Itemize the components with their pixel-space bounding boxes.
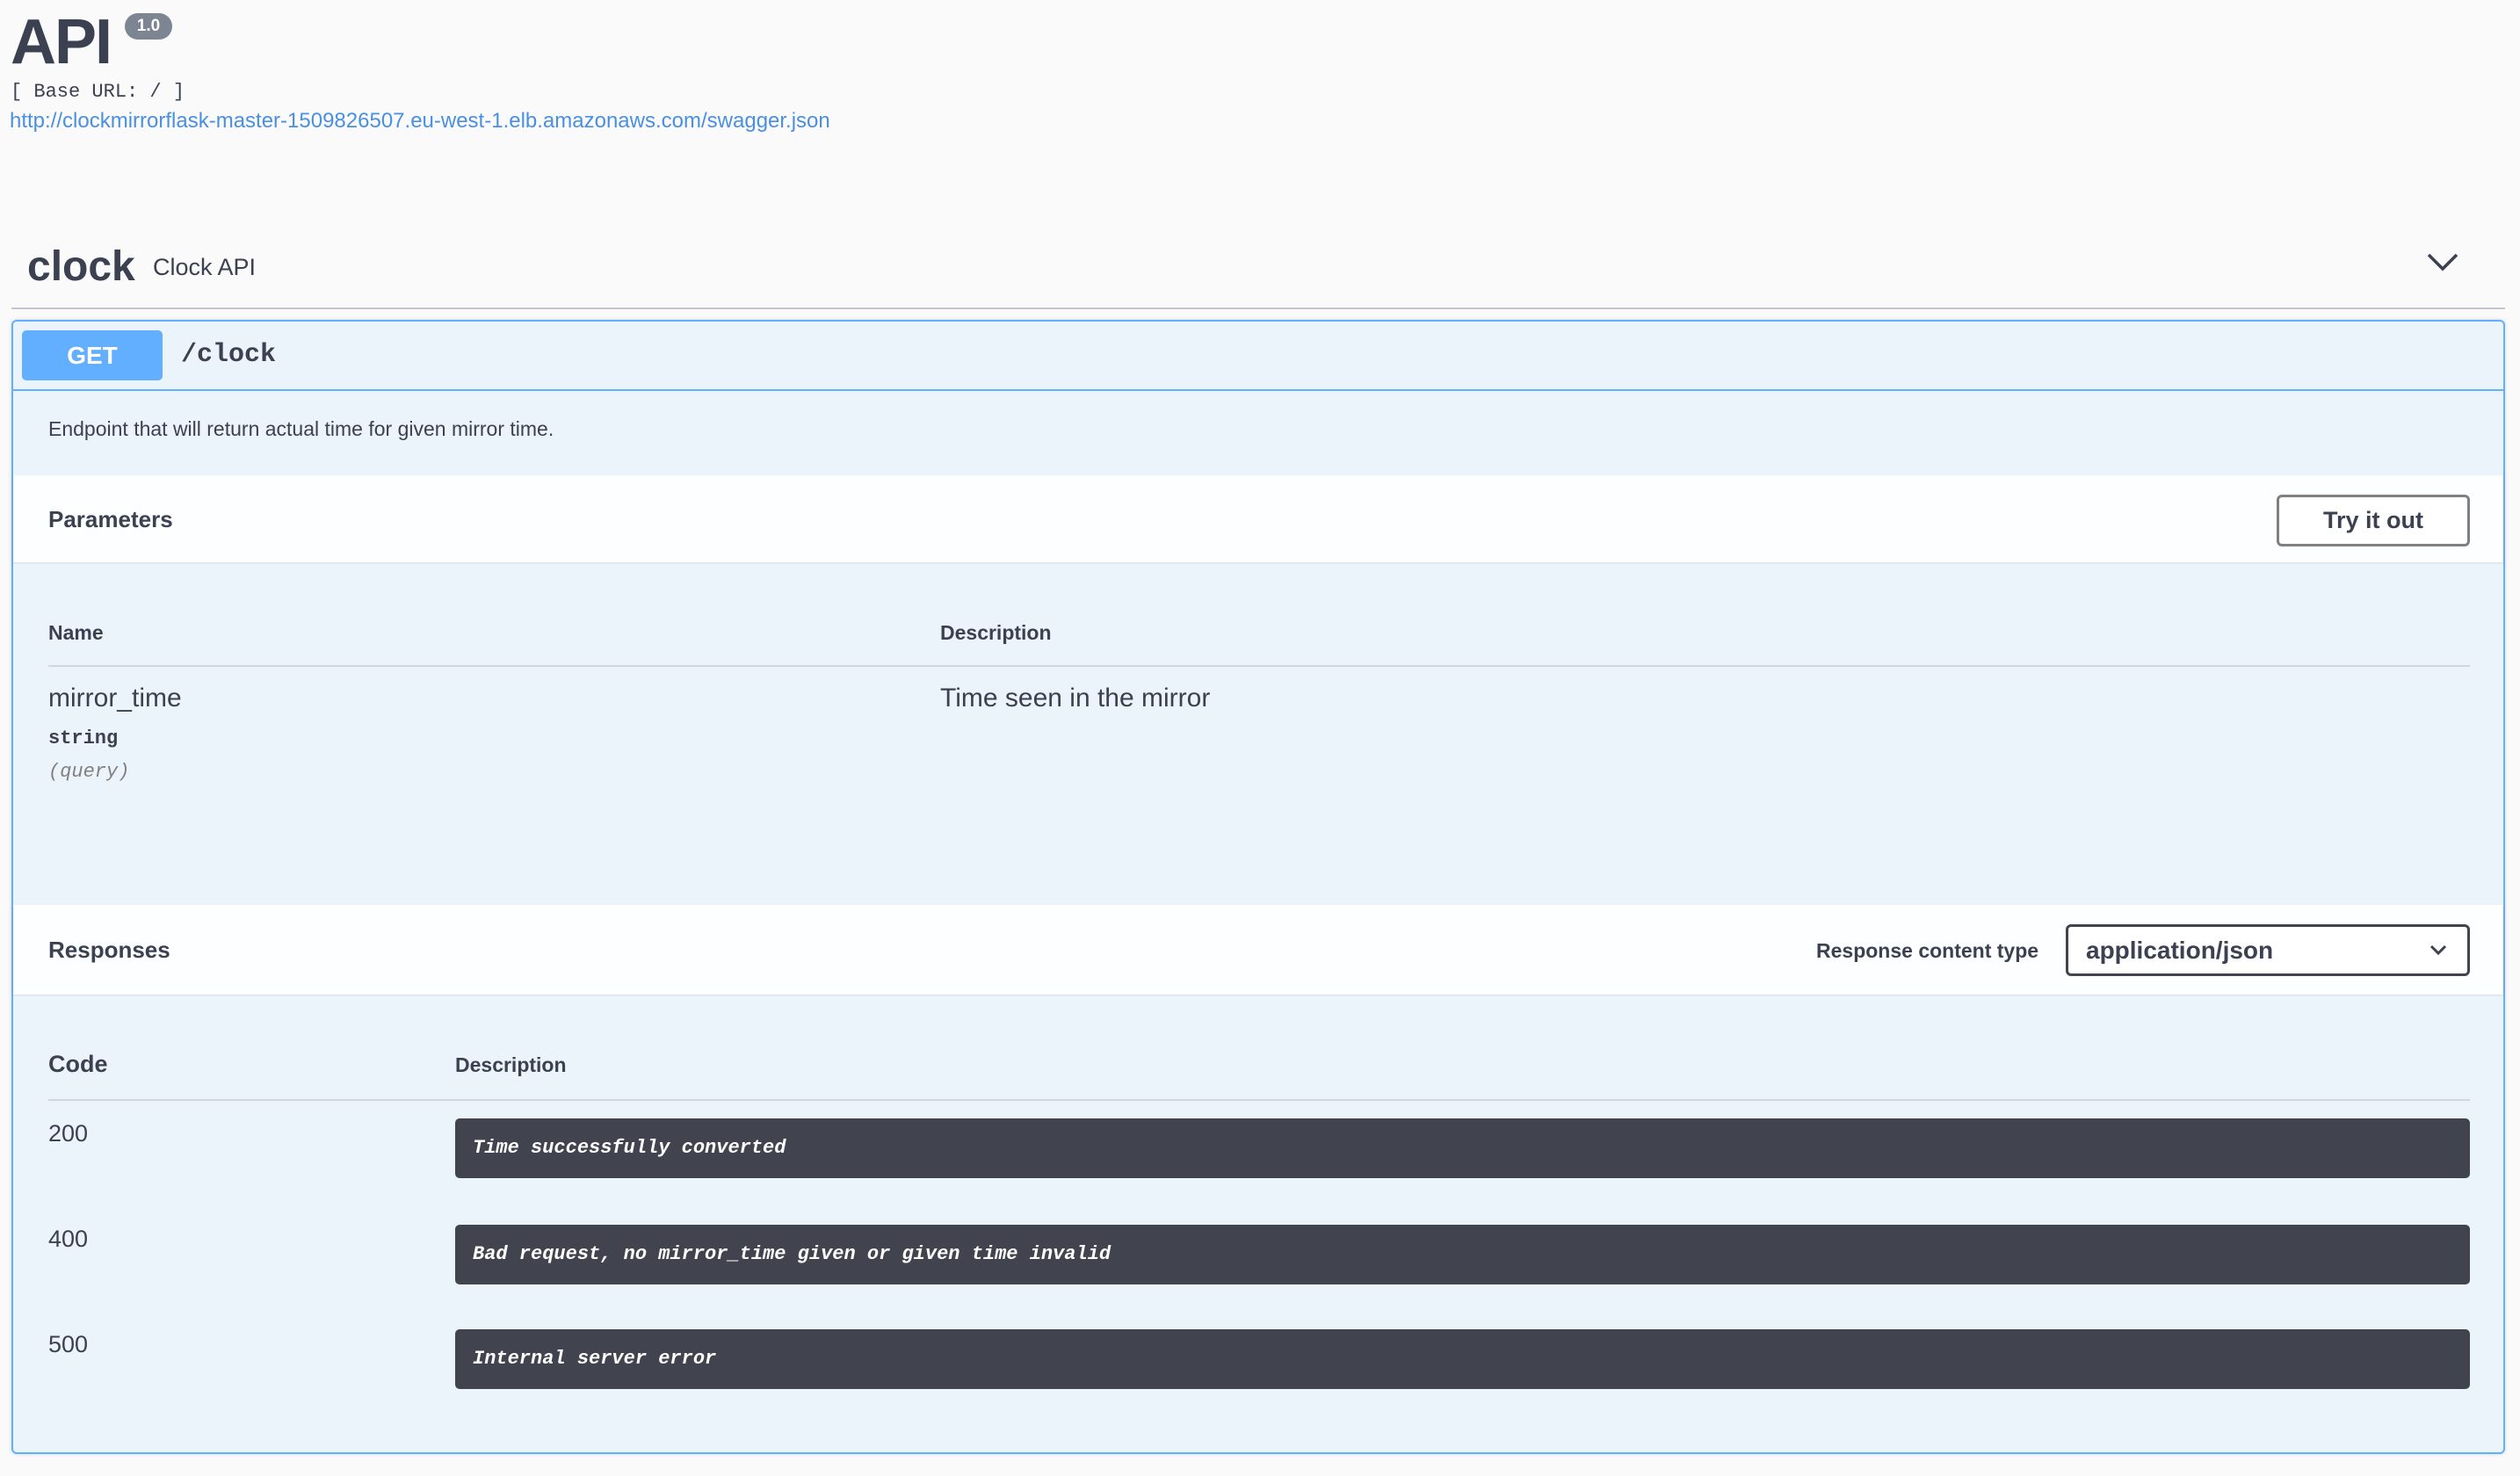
param-location: (query) bbox=[48, 761, 130, 783]
param-name: mirror_time bbox=[48, 684, 182, 713]
response-description: Bad request, no mirror_time given or giv… bbox=[455, 1225, 2470, 1284]
tag-title[interactable]: clock bbox=[27, 242, 135, 292]
parameters-title: Parameters bbox=[48, 506, 173, 532]
operation-description: Endpoint that will return actual time fo… bbox=[48, 417, 554, 440]
param-header-name: Name bbox=[48, 621, 104, 644]
version-badge: 1.0 bbox=[125, 13, 172, 40]
response-description: Internal server error bbox=[455, 1329, 2470, 1389]
parameters-header: Parameters bbox=[13, 475, 2503, 562]
param-description: Time seen in the mirror bbox=[940, 684, 1211, 713]
try-it-out-button[interactable]: Try it out bbox=[2277, 495, 2470, 546]
api-title: API bbox=[11, 7, 112, 77]
response-code: 500 bbox=[48, 1331, 89, 1357]
response-code: 400 bbox=[48, 1226, 89, 1252]
tag-description: Clock API bbox=[153, 254, 257, 280]
response-header-code: Code bbox=[48, 1051, 108, 1077]
response-code: 200 bbox=[48, 1120, 89, 1147]
operation-summary[interactable]: GET /clock bbox=[13, 322, 2503, 391]
param-header-description: Description bbox=[940, 621, 1052, 644]
swagger-json-link[interactable]: http://clockmirrorflask-master-150982650… bbox=[10, 109, 830, 134]
divider bbox=[48, 665, 2470, 667]
response-content-type-label: Response content type bbox=[1816, 939, 2039, 962]
operation-block-get-clock: GET /clock Endpoint that will return act… bbox=[11, 320, 2505, 1454]
divider bbox=[48, 1099, 2470, 1101]
param-type: string bbox=[48, 727, 119, 749]
chevron-down-icon[interactable] bbox=[2425, 248, 2460, 276]
response-content-type-select[interactable]: application/json bbox=[2066, 924, 2470, 976]
divider bbox=[11, 308, 2505, 309]
response-description: Time successfully converted bbox=[455, 1118, 2470, 1178]
method-badge: GET bbox=[22, 330, 163, 380]
chevron-down-icon bbox=[2429, 944, 2447, 956]
responses-title: Responses bbox=[48, 937, 170, 963]
response-header-description: Description bbox=[455, 1053, 567, 1076]
selected-content-type: application/json bbox=[2086, 937, 2274, 964]
base-url: [ Base URL: / ] bbox=[11, 81, 185, 103]
operation-path: /clock bbox=[181, 340, 277, 370]
